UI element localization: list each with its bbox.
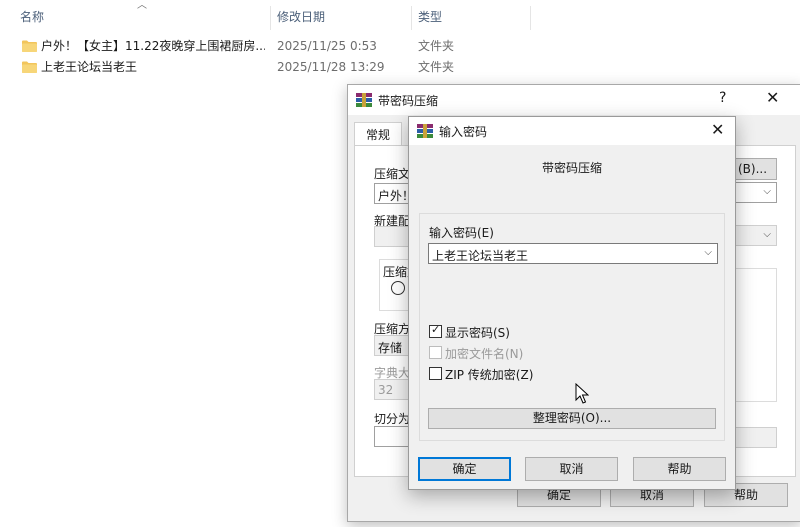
cancel-button[interactable]: 取消: [525, 457, 618, 481]
method-value: 存储: [378, 341, 403, 355]
browse-button[interactable]: (B)...: [733, 158, 777, 180]
ok-button[interactable]: 确定: [418, 457, 511, 481]
file-row[interactable]: 户外！【女主】11.22夜晚穿上围裙厨房... 2025/11/25 0:53 …: [0, 36, 560, 57]
winrar-icon: [417, 124, 433, 138]
folder-icon: [22, 61, 37, 73]
dialog-titlebar[interactable]: 带密码压缩 ? ✕: [348, 85, 800, 115]
checkmark-icon: ✓: [431, 323, 441, 336]
folder-icon: [22, 40, 37, 52]
encrypt-filenames-label[interactable]: 加密文件名(N): [445, 345, 523, 362]
file-type: 文件夹: [418, 60, 455, 74]
password-input[interactable]: 上老王论坛当老王 ⌵: [428, 243, 718, 264]
format-radio[interactable]: [391, 281, 405, 295]
file-row[interactable]: 上老王论坛当老王 2025/11/28 13:29 文件夹: [0, 57, 560, 78]
encrypt-filenames-checkbox[interactable]: [429, 346, 442, 359]
column-divider[interactable]: [530, 6, 531, 30]
password-label: 输入密码(E): [429, 226, 494, 240]
column-header-bar: ︿ 名称 修改日期 类型: [0, 0, 800, 34]
archive-name-label: 压缩文: [374, 167, 411, 181]
file-name: 户外！【女主】11.22夜晚穿上围裙厨房...: [41, 39, 265, 53]
file-date: 2025/11/25 0:53: [277, 39, 377, 53]
help-button[interactable]: 帮助: [633, 457, 726, 481]
show-password-checkbox[interactable]: ✓: [429, 323, 442, 338]
help-icon[interactable]: ?: [719, 90, 726, 106]
dialog-titlebar[interactable]: 输入密码 ✕: [409, 117, 735, 145]
show-password-label[interactable]: 显示密码(S): [445, 324, 510, 341]
chevron-down-icon[interactable]: ⌵: [704, 247, 712, 258]
column-header-name[interactable]: 名称: [14, 0, 270, 34]
dictionary-value: 32: [378, 383, 394, 397]
tab-general[interactable]: 常规: [354, 122, 402, 147]
file-type: 文件夹: [418, 39, 455, 53]
file-name: 上老王论坛当老王: [41, 60, 138, 74]
options-group: [733, 268, 777, 402]
archive-name-dropdown[interactable]: ⌵: [733, 182, 777, 203]
zip-legacy-checkbox[interactable]: [429, 367, 442, 380]
password-value: 上老王论坛当老王: [432, 249, 529, 263]
chevron-down-icon: ⌵: [763, 186, 771, 197]
dialog-heading: 带密码压缩: [541, 161, 602, 175]
mouse-cursor-icon: [575, 383, 589, 404]
winrar-icon: [356, 93, 372, 107]
password-group: 输入密码(E) 上老王论坛当老王 ⌵ ✓ 显示密码(S) 加密文件名(N) ZI…: [419, 213, 725, 441]
dialog-title: 输入密码: [439, 125, 488, 139]
file-date: 2025/11/28 13:29: [277, 60, 385, 74]
close-icon[interactable]: ✕: [711, 120, 724, 139]
split-label: 切分为: [374, 412, 411, 426]
zip-legacy-label[interactable]: ZIP 传统加密(Z): [445, 366, 533, 383]
close-icon[interactable]: ✕: [766, 88, 779, 107]
right-field[interactable]: [733, 427, 777, 448]
column-header-date[interactable]: 修改日期: [271, 0, 411, 34]
organize-passwords-button[interactable]: 整理密码(O)...: [428, 408, 716, 429]
dialog-title: 带密码压缩: [378, 94, 439, 108]
chevron-down-icon: ⌵: [763, 229, 771, 240]
profile-dropdown[interactable]: ⌵: [733, 225, 777, 246]
column-header-type[interactable]: 类型: [412, 0, 530, 34]
enter-password-dialog: 输入密码 ✕ 带密码压缩 输入密码(E) 上老王论坛当老王 ⌵ ✓ 显示密码(S…: [408, 116, 736, 490]
